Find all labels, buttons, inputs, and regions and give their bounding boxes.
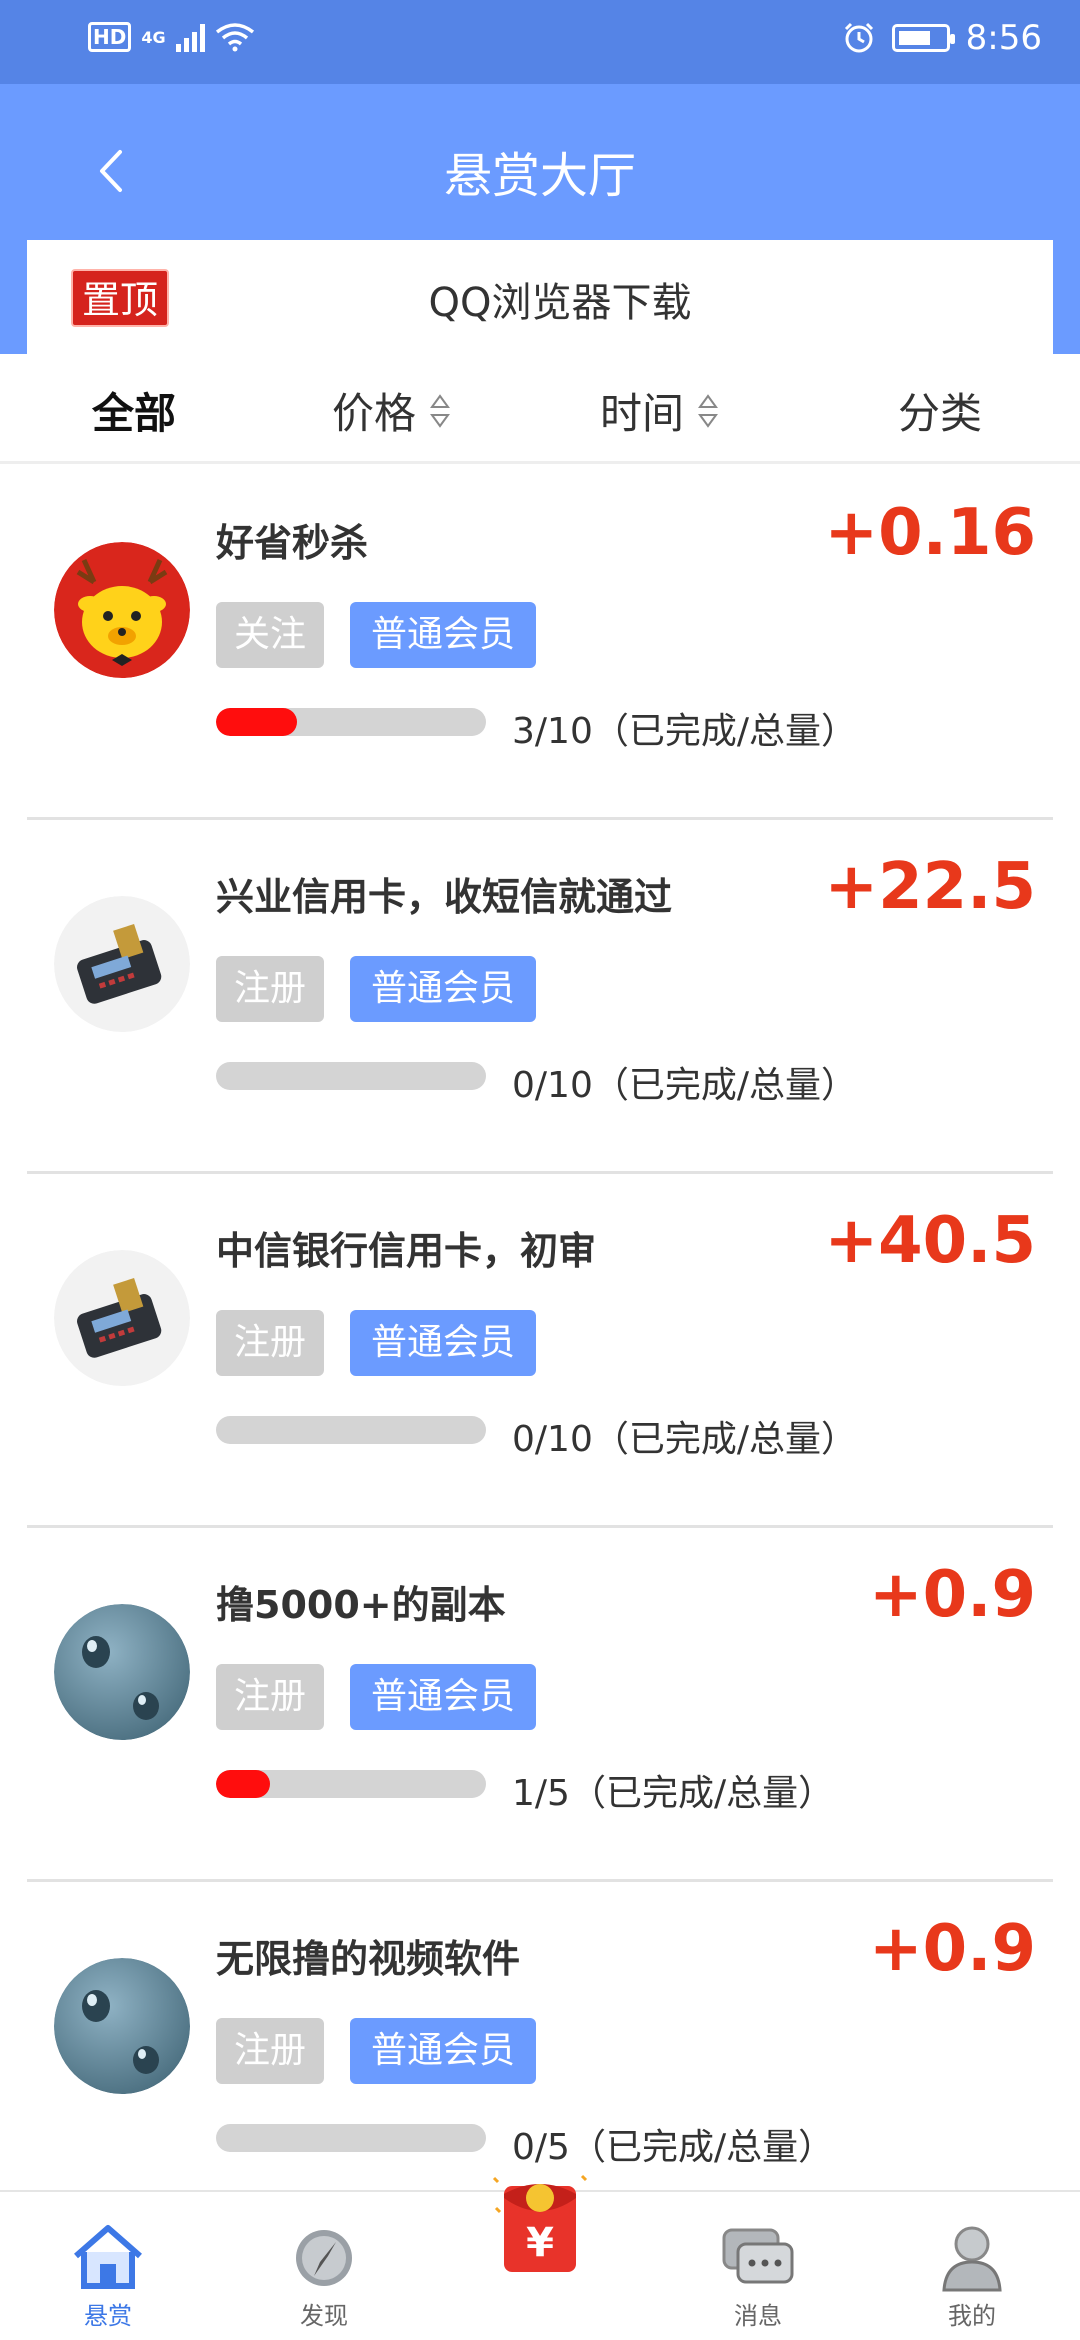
task-progress-text: 3/10（已完成/总量） (512, 711, 857, 752)
filter-price[interactable]: 价格 (332, 380, 450, 441)
tab-bounty[interactable]: 悬赏 (48, 2222, 168, 2331)
page-title: 悬赏大厅 (443, 148, 636, 204)
task-avatar-water-drops (54, 1958, 190, 2094)
task-title: 好省秒杀 (216, 521, 369, 565)
tab-mine[interactable]: 我的 (912, 2222, 1032, 2331)
task-type-tag: 注册 (216, 2018, 324, 2084)
member-level-tag: 普通会员 (350, 1310, 536, 1376)
user-icon (942, 2226, 1002, 2292)
battery-icon (891, 24, 955, 52)
filter-time[interactable]: 时间 (600, 380, 718, 441)
sort-icon (698, 393, 718, 428)
tab-red-packet[interactable]: ¥ (480, 2168, 600, 2278)
task-progress-bar (216, 1770, 486, 1798)
task-title: 中信银行信用卡，初审 (216, 1229, 597, 1273)
member-level-tag: 普通会员 (350, 602, 536, 668)
home-icon (74, 2225, 142, 2289)
red-packet-icon: ¥ (492, 2174, 588, 2272)
sort-icon (430, 393, 450, 428)
task-reward: +0.16 (824, 496, 1036, 570)
task-progress-bar (216, 708, 486, 736)
filter-all-label: 全部 (92, 389, 177, 438)
task-item[interactable]: 兴业信用卡，收短信就通过 +22.5 注册 普通会员 0/10（已完成/总量） (0, 820, 1080, 1174)
task-avatar-pos-terminal (54, 1250, 190, 1386)
task-list: 好省秒杀 +0.16 关注 普通会员 3/10（已完成/总量） 兴业信用卡，收短… (0, 466, 1080, 2236)
filter-all[interactable]: 全部 (92, 380, 176, 441)
task-progress-bar (216, 1062, 486, 1090)
status-bar: HD 4G 8:56 (0, 0, 1080, 84)
filter-price-label: 价格 (332, 389, 417, 438)
task-item[interactable]: 中信银行信用卡，初审 +40.5 注册 普通会员 0/10（已完成/总量） (0, 1174, 1080, 1528)
member-level-tag: 普通会员 (350, 956, 536, 1022)
status-time: 8:56 (965, 18, 1042, 58)
member-level-tag: 普通会员 (350, 1664, 536, 1730)
task-item[interactable]: 撸5000+的副本 +0.9 注册 普通会员 1/5（已完成/总量） (0, 1528, 1080, 1882)
task-progress-text: 0/5（已完成/总量） (512, 2127, 835, 2168)
pinned-banner[interactable]: 置顶 QQ浏览器下载 (27, 240, 1053, 354)
tab-bounty-label: 悬赏 (84, 2302, 132, 2330)
task-type-tag: 注册 (216, 1310, 324, 1376)
filter-bar: 全部 价格 时间 分类 (0, 354, 1080, 464)
progress-fill (216, 708, 297, 736)
hd-badge: HD (88, 22, 132, 52)
task-type-tag: 注册 (216, 1664, 324, 1730)
task-avatar-pos-terminal (54, 896, 190, 1032)
filter-time-label: 时间 (600, 389, 685, 438)
chat-icon (722, 2228, 794, 2284)
alarm-icon (844, 22, 873, 53)
task-progress-text: 0/10（已完成/总量） (512, 1065, 857, 1106)
signal-icon (175, 22, 205, 52)
header: 悬赏大厅 置顶 QQ浏览器下载 (0, 84, 1080, 354)
task-avatar-water-drops (54, 1604, 190, 1740)
tab-messages-label: 消息 (734, 2302, 782, 2330)
task-item[interactable]: 好省秒杀 +0.16 关注 普通会员 3/10（已完成/总量） (0, 466, 1080, 820)
progress-fill (216, 1770, 270, 1798)
compass-icon (296, 2230, 352, 2286)
task-reward: +0.9 (869, 1558, 1036, 1632)
network-type: 4G (141, 27, 166, 47)
member-level-tag: 普通会员 (350, 2018, 536, 2084)
task-progress-text: 1/5（已完成/总量） (512, 1773, 835, 1814)
task-progress-bar (216, 1416, 486, 1444)
tab-messages[interactable]: 消息 (698, 2222, 818, 2331)
task-title: 撸5000+的副本 (216, 1583, 506, 1627)
wifi-icon (215, 23, 254, 52)
tab-mine-label: 我的 (948, 2302, 996, 2330)
task-type-tag: 关注 (216, 602, 324, 668)
bottom-tab-bar: 悬赏 发现 ¥ 消息 我的 (0, 2174, 1080, 2340)
status-left: HD 4G (88, 22, 255, 52)
task-reward: +40.5 (824, 1204, 1036, 1278)
task-title: 无限撸的视频软件 (216, 1937, 521, 1981)
red-packet-glyph: ¥ (526, 2220, 554, 2266)
task-type-tag: 注册 (216, 956, 324, 1022)
pinned-text: QQ浏览器下载 (428, 280, 692, 326)
filter-category-label: 分类 (898, 389, 983, 438)
task-progress-bar (216, 2124, 486, 2152)
tab-discover[interactable]: 发现 (264, 2222, 384, 2331)
task-avatar-deer (54, 542, 190, 678)
task-title: 兴业信用卡，收短信就通过 (216, 875, 673, 919)
task-progress-text: 0/10（已完成/总量） (512, 1419, 857, 1460)
filter-category[interactable]: 分类 (898, 380, 982, 441)
tab-discover-label: 发现 (300, 2302, 348, 2330)
status-right: 8:56 (842, 18, 1042, 58)
task-reward: +0.9 (869, 1912, 1036, 1986)
task-reward: +22.5 (824, 850, 1036, 924)
